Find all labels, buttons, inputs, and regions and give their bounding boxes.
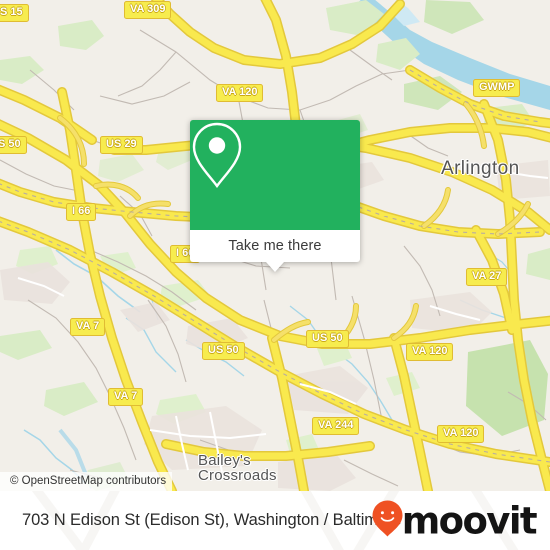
map-canvas[interactable]: Arlington Bailey's Crossroads VA 309 US … (0, 0, 550, 491)
osm-attribution[interactable]: © OpenStreetMap contributors (0, 472, 173, 491)
road-shield: VA 309 (124, 1, 172, 19)
map-screenshot: Arlington Bailey's Crossroads VA 309 US … (0, 0, 550, 550)
moovit-wordmark: moovit (401, 499, 538, 542)
location-popup[interactable]: Take me there (190, 120, 360, 272)
road-shield: VA 120 (437, 425, 485, 443)
road-shield: VA 27 (466, 268, 508, 286)
road-shield: VA 7 (70, 318, 106, 336)
road-shield: I 66 (66, 203, 97, 221)
popup-image-area (190, 120, 360, 230)
road-shield: VA 120 (216, 84, 264, 102)
popup-pointer-tail (266, 262, 284, 272)
road-shield: US 29 (100, 136, 143, 154)
road-shield: VA 244 (312, 417, 360, 435)
road-shield: US 50 (202, 342, 245, 360)
bottom-info-bar: 703 N Edison St (Edison St), Washington … (0, 491, 550, 550)
moovit-brand: moovit (371, 499, 538, 542)
popup-action-bar[interactable]: Take me there (190, 230, 360, 272)
road-shield: US 50 (306, 330, 349, 348)
road-shield: US 15 (0, 4, 29, 22)
address-label: 703 N Edison St (Edison St), Washington … (22, 511, 402, 529)
road-shield: US 50 (0, 136, 27, 154)
take-me-there-label: Take me there (228, 238, 322, 254)
moovit-pin-icon (371, 499, 404, 542)
road-shield: VA 7 (108, 388, 144, 406)
road-shield: VA 120 (406, 343, 454, 361)
road-shield: GWMP (473, 79, 521, 97)
